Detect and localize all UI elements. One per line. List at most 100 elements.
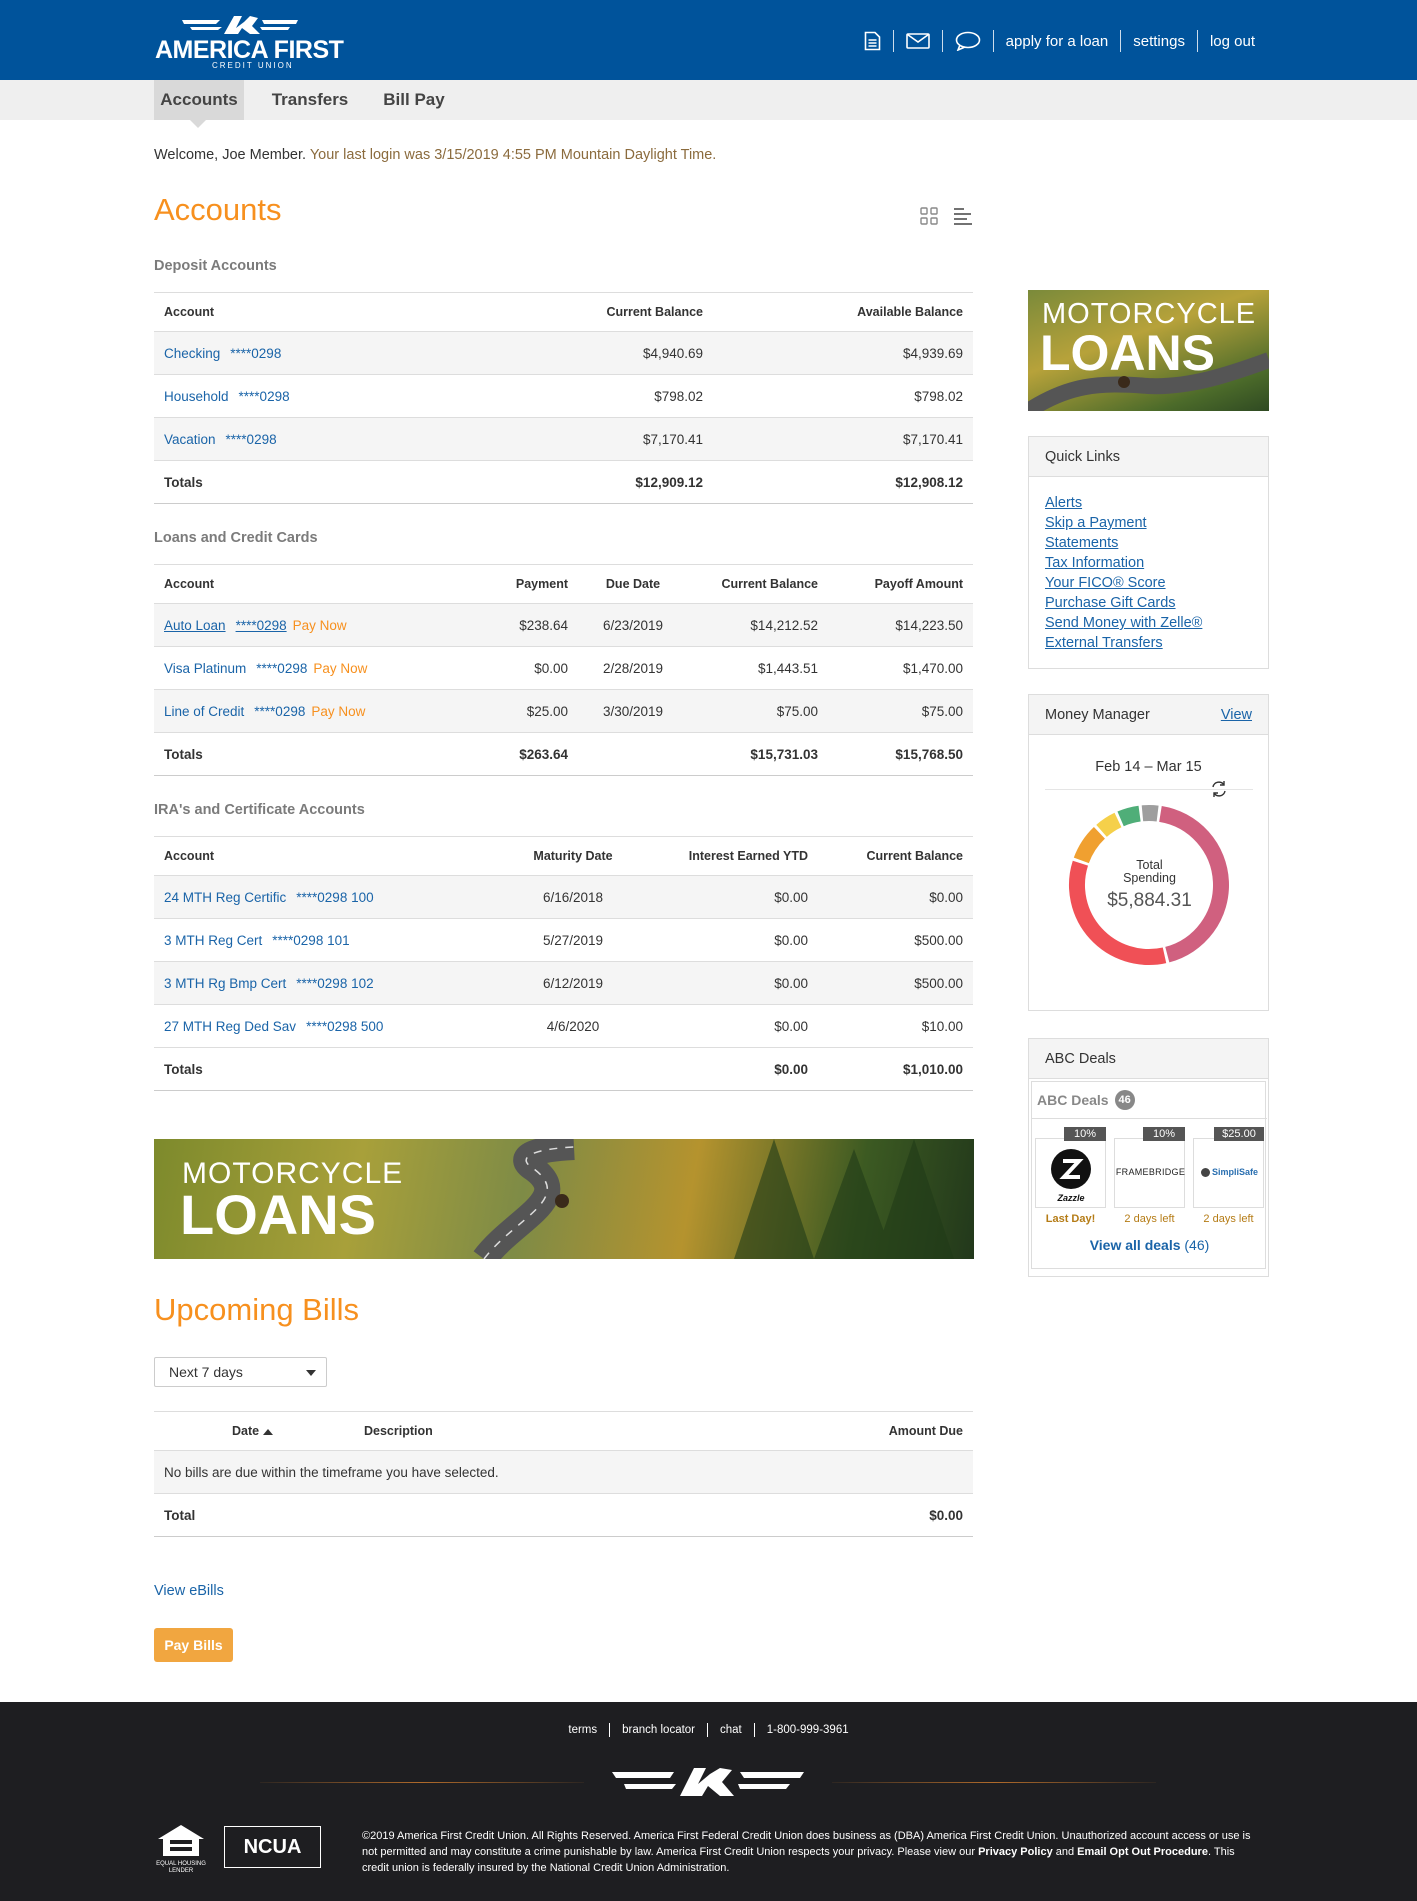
loans-section-title: Loans and Credit Cards [154,530,318,546]
quick-link-statements[interactable]: Statements [1045,535,1118,551]
payment: $25.00 [473,689,578,733]
table-row[interactable]: Auto Loan ****0298 Pay Now $238.64 6/23/20… [154,603,973,647]
account-link[interactable]: Auto Loan ****0298 [164,618,287,633]
bills-range-select[interactable]: Next 7 days [154,1357,327,1387]
account-link[interactable]: Visa Platinum ****0298 [164,661,307,676]
privacy-policy-link[interactable]: Privacy Policy [978,1846,1053,1858]
col-date-sort[interactable]: Date [154,1411,354,1451]
due-date: 2/28/2019 [578,646,688,690]
deal-tile-zazzle[interactable]: 10% Zazzle [1035,1127,1106,1208]
table-row[interactable]: 24 MTH Reg Certific ****0298 100 6/16/201… [154,875,973,919]
donut-slice[interactable] [1073,826,1106,864]
current-balance: $798.02 [473,374,713,418]
table-row[interactable]: Household ****0298 $798.02 $798.02 [154,374,973,418]
empty-message: No bills are due within the timeframe yo… [154,1450,973,1494]
table-row[interactable]: 3 MTH Reg Cert ****0298 101 5/27/2019 $0.… [154,918,973,962]
document-icon[interactable] [852,30,893,52]
date-range: Feb 14 – Mar 15 [1095,759,1202,775]
account-link[interactable]: 24 MTH Reg Certific ****0298 100 [164,890,374,905]
available-balance: $7,170.41 [713,417,973,461]
col-payoff-amount: Payoff Amount [828,564,973,604]
deal-tile-simplisafe[interactable]: $25.00 SimpliSafe [1193,1127,1264,1208]
email-optout-link[interactable]: Email Opt Out Procedure [1077,1846,1208,1858]
table-row[interactable]: 27 MTH Reg Ded Sav ****0298 500 4/6/2020 … [154,1004,973,1048]
footer-link-chat[interactable]: chat [708,1724,754,1736]
deals-inner-title: ABC Deals [1037,1092,1109,1108]
account-link[interactable]: Household ****0298 [164,389,290,404]
quick-link-zelle[interactable]: Send Money with Zelle® [1045,615,1202,631]
equal-housing-icon [158,1825,204,1856]
quick-link-gift-cards[interactable]: Purchase Gift Cards [1045,595,1176,611]
due-date: 6/23/2019 [578,603,688,647]
pay-now-link[interactable]: Pay Now [313,661,367,676]
refresh-icon[interactable] [1209,779,1229,802]
deal-tag: 10% [1064,1127,1106,1141]
view-ebills-link[interactable]: View eBills [154,1583,224,1599]
current-balance: $7,170.41 [473,417,713,461]
motorcycle-loans-side-banner[interactable]: MOTORCYCLE LOANS [1028,290,1269,411]
motorcycle-loans-banner[interactable]: MOTORCYCLE LOANS [154,1139,974,1259]
quick-link-skip-payment[interactable]: Skip a Payment [1045,515,1147,531]
interest-ytd: $0.00 [643,1004,818,1048]
tab-bill-pay[interactable]: Bill Pay [376,80,452,120]
view-all-deals-link[interactable]: View all deals (46) [1032,1237,1267,1253]
active-tab-arrow [190,120,206,128]
col-description: Description [354,1411,813,1451]
eagle-logo-icon [612,1768,804,1796]
due-date: 3/30/2019 [578,689,688,733]
table-header-row: Account Current Balance Available Balanc… [154,292,973,332]
view-all-label: View all deals [1089,1237,1181,1253]
footer-link-branch-locator[interactable]: branch locator [610,1724,707,1736]
account-link[interactable]: 3 MTH Reg Cert ****0298 101 [164,933,350,948]
account-link[interactable]: Vacation ****0298 [164,432,277,447]
donut-slice[interactable] [1096,812,1122,838]
quick-link-fico[interactable]: Your FICO® Score [1045,575,1166,591]
grid-view-icon[interactable] [919,206,939,229]
settings-link[interactable]: settings [1121,30,1197,52]
bills-title: Upcoming Bills [154,1292,360,1327]
donut-slice[interactable] [1141,805,1159,822]
ira-section-title: IRA's and Certificate Accounts [154,802,365,818]
table-row[interactable]: 3 MTH Rg Bmp Cert ****0298 102 6/12/2019 … [154,961,973,1005]
totals-label: Totals [154,732,473,776]
pay-bills-button[interactable]: Pay Bills [154,1628,233,1662]
money-manager-view-link[interactable]: View [1221,707,1252,723]
deal-status: 2 days left [1124,1213,1175,1225]
account-link[interactable]: 27 MTH Reg Ded Sav ****0298 500 [164,1019,383,1034]
mail-icon[interactable] [894,30,942,52]
footer-link-terms[interactable]: terms [556,1724,609,1736]
quick-link-alerts[interactable]: Alerts [1045,495,1082,511]
equal-housing-lender-badge: EQUAL HOUSING LENDER [154,1822,208,1874]
tab-accounts[interactable]: Accounts [154,80,244,120]
deposit-table: Account Current Balance Available Balanc… [154,292,973,504]
account-link[interactable]: 3 MTH Rg Bmp Cert ****0298 102 [164,976,374,991]
quick-link-tax-info[interactable]: Tax Information [1045,555,1144,571]
pay-now-link[interactable]: Pay Now [293,618,347,633]
table-row[interactable]: Checking ****0298 $4,940.69 $4,939.69 [154,331,973,375]
account-link[interactable]: Line of Credit ****0298 [164,704,305,719]
quick-links-list: Alerts Skip a Payment Statements Tax Inf… [1029,477,1268,653]
apply-loan-link[interactable]: apply for a loan [994,30,1121,52]
interest-ytd: $0.00 [643,961,818,1005]
table-row[interactable]: Vacation ****0298 $7,170.41 $7,170.41 [154,417,973,461]
logo[interactable]: AMERICA FIRST CREDIT UNION [155,12,344,70]
table-row[interactable]: Visa Platinum ****0298 Pay Now $0.00 2/28/… [154,646,973,690]
list-view-icon[interactable] [952,206,974,229]
donut-slice[interactable] [1117,805,1141,827]
deal-tile-framebridge[interactable]: 10% FRAMEBRIDGE [1114,1127,1186,1208]
totals-row: Totals $263.64 $15,731.03 $15,768.50 [154,732,973,776]
quick-link-external-transfers[interactable]: External Transfers [1045,635,1163,651]
footer-phone[interactable]: 1-800-999-3961 [755,1724,861,1736]
logout-link[interactable]: log out [1198,30,1267,52]
panel-header: Quick Links [1029,437,1268,477]
pay-now-link[interactable]: Pay Now [311,704,365,719]
col-account: Account [154,836,503,876]
divider [1032,1118,1267,1119]
total-spending-label: Total Spending [1123,858,1176,885]
available-balance: $798.02 [713,374,973,418]
table-row[interactable]: Line of Credit ****0298 Pay Now $25.00 3/3… [154,689,973,733]
tab-transfers[interactable]: Transfers [262,80,358,120]
framebridge-logo: FRAMEBRIDGE [1115,1167,1186,1177]
chat-icon[interactable] [943,30,993,52]
account-link[interactable]: Checking ****0298 [164,346,281,361]
